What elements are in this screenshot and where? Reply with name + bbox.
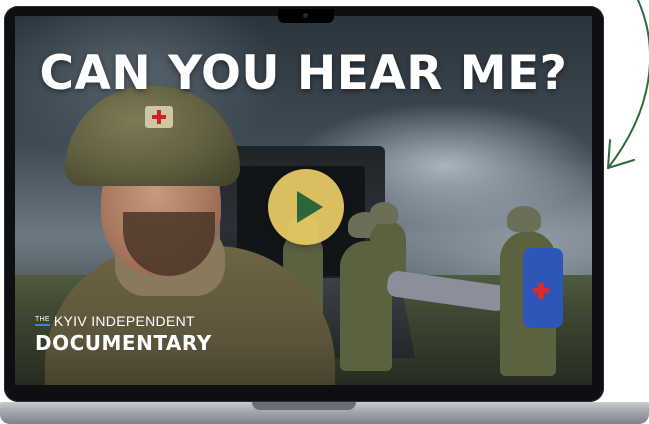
brand-name: KYIV INDEPENDENT <box>53 313 195 329</box>
brand-logo: THE KYIV INDEPENDENT DOCUMENTARY <box>35 313 212 355</box>
brand-prefix: THE <box>35 316 50 326</box>
laptop-base-notch <box>252 402 356 410</box>
soldier-helmet <box>507 206 541 232</box>
medical-cross-icon <box>157 110 161 124</box>
play-button[interactable] <box>268 169 344 245</box>
camera-icon <box>303 13 308 18</box>
video-title: CAN YOU HEAR ME? <box>39 46 568 101</box>
video-thumbnail[interactable]: CAN YOU HEAR ME? THE KYIV INDEPENDENT DO… <box>15 16 592 385</box>
play-icon[interactable] <box>297 191 323 223</box>
medical-cross-icon <box>538 283 544 299</box>
hand-drawn-arrow-icon <box>607 0 649 169</box>
brand-name-row: THE KYIV INDEPENDENT <box>35 313 212 329</box>
brand-label: DOCUMENTARY <box>35 331 212 355</box>
soldier-helmet <box>370 202 398 224</box>
laptop-mockup: CAN YOU HEAR ME? THE KYIV INDEPENDENT DO… <box>0 0 649 424</box>
